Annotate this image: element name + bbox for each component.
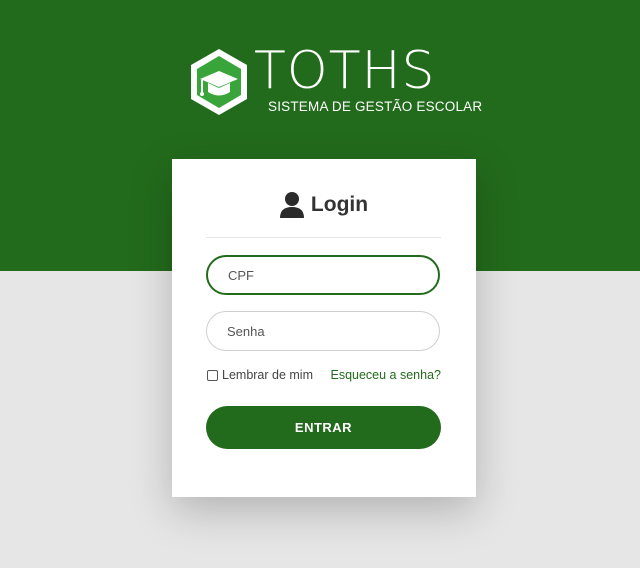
login-header: Login: [206, 185, 441, 238]
remember-me-label: Lembrar de mim: [222, 368, 313, 382]
submit-button[interactable]: ENTRAR: [206, 406, 441, 449]
remember-me-option[interactable]: Lembrar de mim: [207, 368, 313, 382]
login-card: Login Lembrar de mim Esqueceu a senha? E…: [172, 159, 476, 497]
forgot-password-link[interactable]: Esqueceu a senha?: [330, 368, 441, 382]
user-icon: [279, 192, 304, 218]
password-input[interactable]: [206, 311, 440, 351]
brand-logo: TOTHS SISTEMA DE GESTÃO ESCOLAR: [188, 41, 482, 121]
brand-tagline: SISTEMA DE GESTÃO ESCOLAR: [268, 99, 483, 114]
brand-wordmark: TOTHS: [254, 41, 436, 101]
login-title: Login: [310, 193, 369, 216]
login-header-content: Login: [206, 191, 441, 219]
cpf-input[interactable]: [206, 255, 440, 295]
remember-me-checkbox[interactable]: [207, 369, 218, 381]
graduation-cap-hexagon-icon: [191, 49, 247, 115]
